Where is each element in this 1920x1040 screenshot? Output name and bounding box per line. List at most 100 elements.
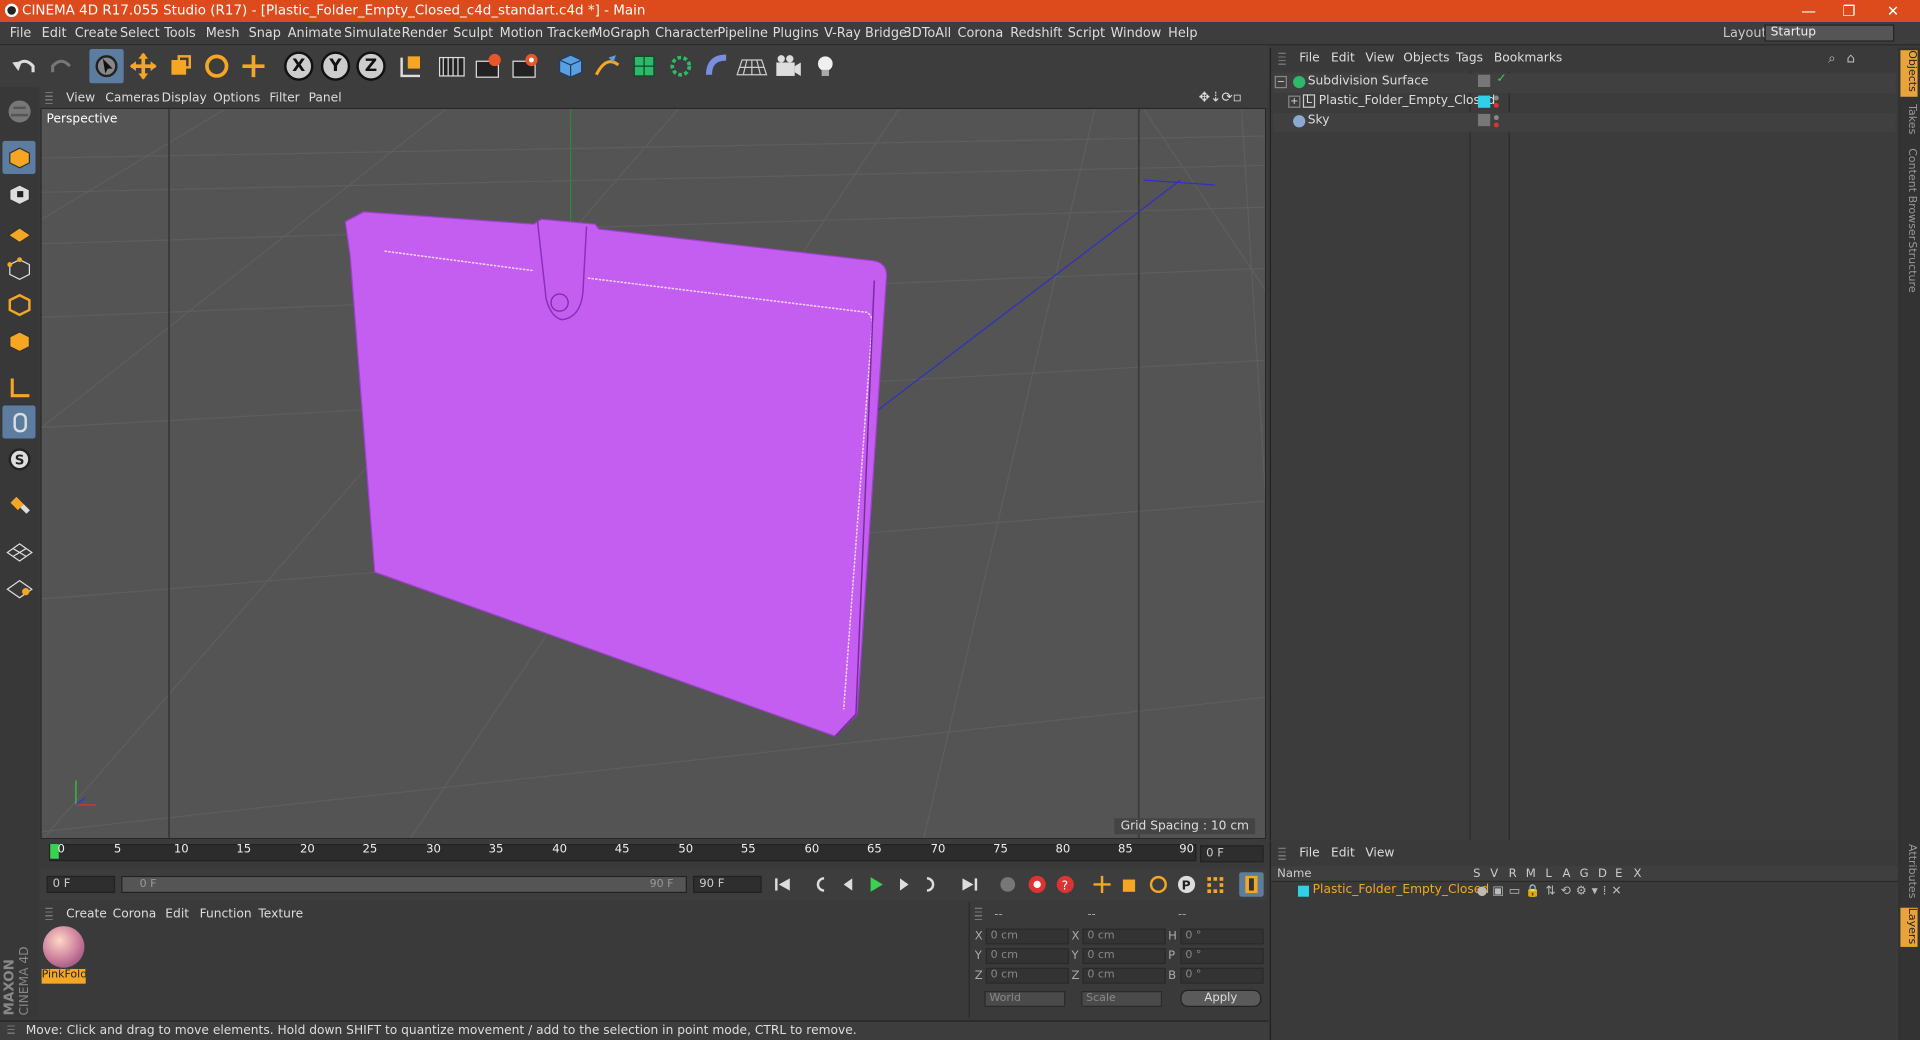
material-menu-corona[interactable]: Corona: [113, 908, 157, 921]
tab-objects[interactable]: Objects: [1900, 50, 1918, 97]
material-swatch[interactable]: PinkFold: [41, 926, 86, 985]
viewport-menu-options[interactable]: Options: [213, 92, 260, 105]
workplane-align-icon[interactable]: [2, 570, 35, 603]
key-pla-icon[interactable]: [1202, 872, 1226, 897]
texture-mode-icon[interactable]: [2, 178, 35, 211]
next-keyframe-icon[interactable]: [920, 872, 944, 897]
object-menu-bookmarks[interactable]: Bookmarks: [1494, 51, 1562, 64]
menu-mesh[interactable]: Mesh: [206, 26, 240, 41]
size-y-field[interactable]: 0 cm: [1082, 948, 1166, 965]
menu-corona[interactable]: Corona: [958, 26, 1004, 41]
position-y-field[interactable]: 0 cm: [985, 948, 1069, 965]
autokey-icon[interactable]: [1025, 872, 1049, 897]
visibility-dot-icon[interactable]: [1493, 95, 1499, 101]
menu-simulate[interactable]: Simulate: [344, 26, 401, 41]
viewport-menu-view[interactable]: View: [66, 92, 95, 105]
menu-script[interactable]: Script: [1068, 26, 1105, 41]
light-icon[interactable]: [808, 49, 842, 83]
menu-3dtoall[interactable]: 3DToAll: [904, 26, 952, 41]
edges-mode-icon[interactable]: [2, 288, 35, 321]
rotation-h-field[interactable]: 0 °: [1180, 928, 1264, 945]
keyframe-selection-icon[interactable]: ?: [1053, 872, 1077, 897]
size-x-field[interactable]: 0 cm: [1082, 928, 1166, 945]
viewport-menu-cameras[interactable]: Cameras: [105, 92, 159, 105]
position-x-field[interactable]: 0 cm: [985, 928, 1069, 945]
layer-icon[interactable]: [1477, 74, 1491, 87]
timeline-ruler[interactable]: 0 5 10 15 20 25 30 35 40 45 50 55 60 65 …: [40, 841, 1268, 869]
layer-menu-view[interactable]: View: [1365, 846, 1394, 859]
material-menu-texture[interactable]: Texture: [258, 908, 303, 921]
size-mode-dropdown[interactable]: Scale: [1081, 991, 1163, 1007]
viewport-nav-icon[interactable]: ✥⇣⟳▫: [1199, 89, 1242, 105]
object-menu-objects[interactable]: Objects: [1403, 51, 1449, 64]
play-forward-icon[interactable]: [863, 872, 887, 897]
object-manager-search-icon[interactable]: ⌕: [1828, 50, 1836, 67]
menu-file[interactable]: File: [10, 26, 32, 41]
render-dot-icon[interactable]: [1493, 102, 1499, 108]
object-menu-view[interactable]: View: [1365, 51, 1394, 64]
object-row[interactable]: − Subdivision Surface ✓: [1273, 72, 1896, 94]
x-axis-lock-button[interactable]: X: [284, 51, 314, 81]
perspective-viewport[interactable]: Perspective Grid Spacing: 10 cm: [40, 107, 1267, 840]
start-frame-field[interactable]: 0 F: [46, 875, 116, 894]
z-axis-lock-button[interactable]: Z: [356, 51, 386, 81]
menu-create[interactable]: Create: [75, 26, 118, 41]
record-keys-icon[interactable]: [996, 872, 1020, 897]
tab-content-browser[interactable]: Content Browser: [1900, 148, 1917, 240]
next-frame-icon[interactable]: [891, 872, 915, 897]
tweak-mode-icon[interactable]: [2, 405, 36, 439]
tab-structure[interactable]: Structure: [1900, 241, 1917, 295]
visibility-dot-icon[interactable]: [1493, 115, 1499, 121]
axis-mode-icon[interactable]: [2, 371, 35, 404]
layer-icon[interactable]: [1477, 113, 1491, 127]
subdivision-surface-icon[interactable]: [627, 49, 661, 83]
tab-layers[interactable]: Layers: [1900, 907, 1918, 947]
scale-icon[interactable]: [163, 49, 197, 83]
object-row[interactable]: Sky: [1273, 112, 1896, 133]
deformer-icon[interactable]: [700, 49, 734, 83]
workplane-lock-icon[interactable]: [2, 533, 35, 566]
object-row[interactable]: + L Plastic_Folder_Empty_Closed: [1273, 93, 1895, 113]
magnet-icon[interactable]: [2, 489, 35, 522]
key-parameter-icon[interactable]: P: [1174, 872, 1198, 897]
menu-mograph[interactable]: MoGraph: [591, 26, 649, 41]
rotation-b-field[interactable]: 0 °: [1180, 967, 1264, 984]
collapse-icon[interactable]: −: [1274, 75, 1287, 89]
key-rotation-icon[interactable]: [1146, 872, 1170, 897]
close-button[interactable]: ✕: [1875, 1, 1912, 21]
end-frame-field[interactable]: 90 F: [693, 875, 762, 894]
polygons-mode-icon[interactable]: [2, 325, 35, 358]
redo-icon[interactable]: [44, 49, 78, 83]
y-axis-lock-button[interactable]: Y: [320, 51, 351, 81]
menu-select[interactable]: Select: [120, 26, 160, 41]
key-scale-icon[interactable]: [1118, 872, 1142, 897]
restore-button[interactable]: ❐: [1831, 1, 1868, 21]
apply-button[interactable]: Apply: [1180, 989, 1262, 1007]
menu-redshift[interactable]: Redshift: [1010, 26, 1062, 41]
viewport-menu-display[interactable]: Display: [162, 92, 207, 105]
material-menu-edit[interactable]: Edit: [165, 908, 189, 921]
layer-row[interactable]: Plastic_Folder_Empty_Closed ●▣▭🔒⇅⟲⚙▾⁞✕: [1271, 883, 1898, 900]
material-menu-create[interactable]: Create: [66, 908, 107, 921]
previous-frame-icon[interactable]: [836, 872, 860, 897]
object-menu-tags[interactable]: Tags: [1456, 51, 1483, 64]
menu-pipeline[interactable]: Pipeline: [718, 26, 768, 41]
material-menu-function[interactable]: Function: [200, 908, 252, 921]
menu-window[interactable]: Window: [1111, 26, 1162, 41]
layer-menu-file[interactable]: File: [1299, 846, 1319, 859]
menu-edit[interactable]: Edit: [42, 26, 67, 41]
object-manager-home-icon[interactable]: ⌂: [1847, 50, 1856, 66]
menu-sculpt[interactable]: Sculpt: [453, 26, 493, 41]
layer-menu-edit[interactable]: Edit: [1331, 846, 1355, 859]
menu-motion-tracker[interactable]: Motion Tracker: [500, 26, 594, 41]
layer-toggle-icons[interactable]: ●▣▭🔒⇅⟲⚙▾⁞✕: [1477, 884, 1627, 897]
camera-icon[interactable]: [771, 49, 805, 83]
render-picture-viewer-icon[interactable]: [471, 49, 505, 83]
render-dot-icon[interactable]: [1493, 122, 1499, 128]
layer-name[interactable]: Plastic_Folder_Empty_Closed: [1313, 883, 1489, 896]
viewport-menu-panel[interactable]: Panel: [309, 92, 342, 105]
coordinate-system-dropdown[interactable]: World: [984, 991, 1066, 1007]
menu-animate[interactable]: Animate: [288, 26, 342, 41]
cube-primitive-icon[interactable]: [553, 49, 587, 83]
tab-takes[interactable]: Takes: [1900, 104, 1917, 141]
